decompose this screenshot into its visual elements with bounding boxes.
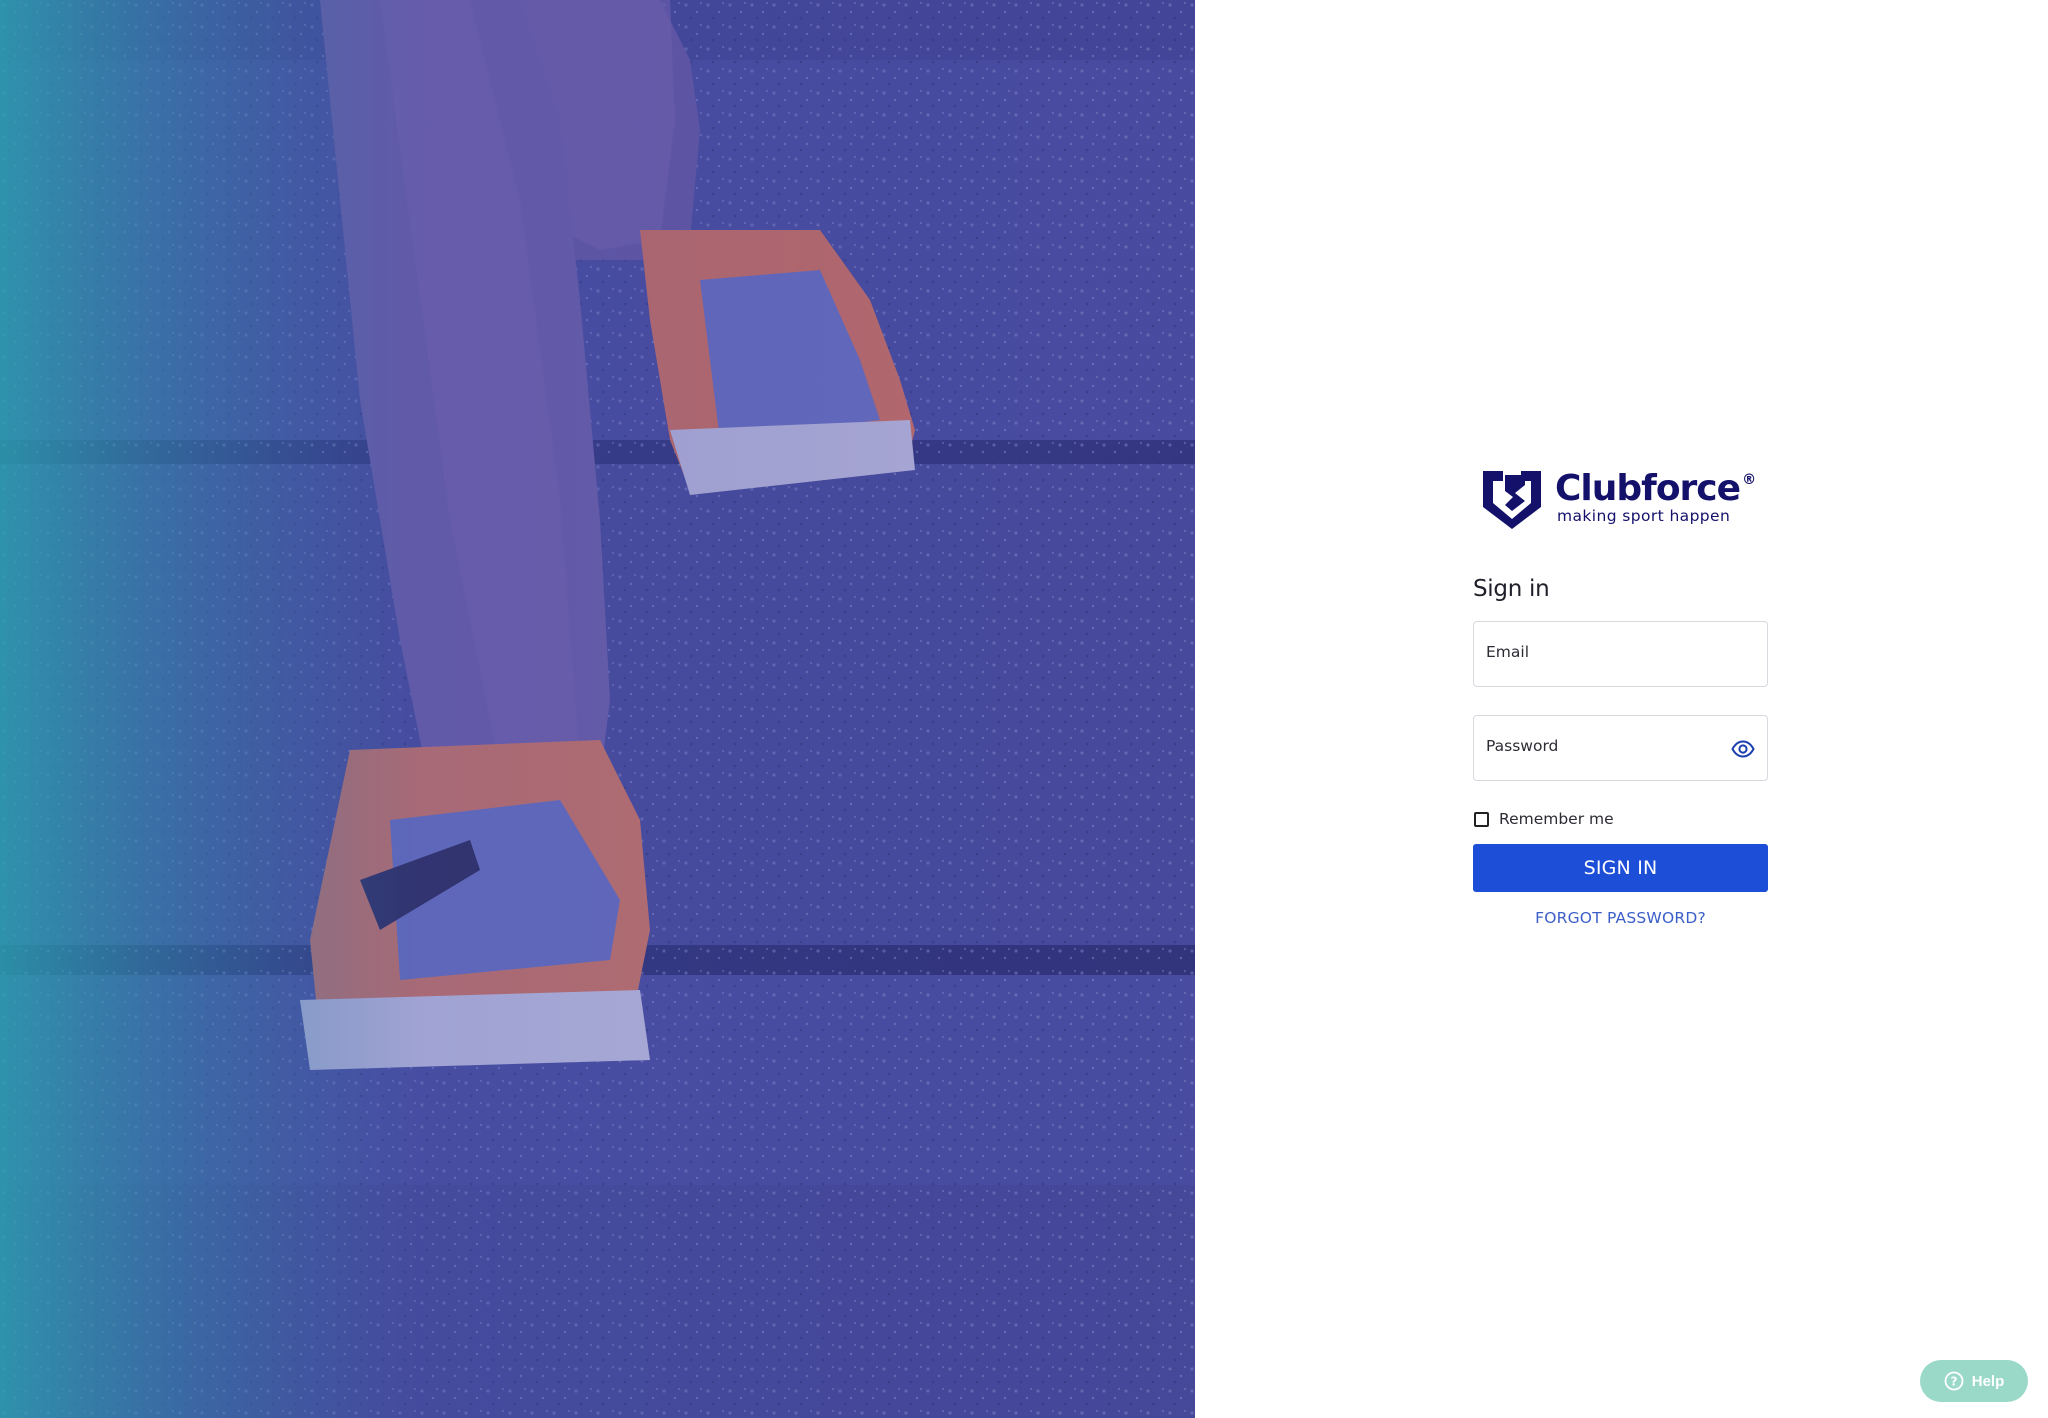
password-input[interactable] — [1474, 716, 1767, 780]
remember-checkbox[interactable] — [1474, 811, 1489, 827]
brand-tagline: making sport happen — [1557, 507, 1731, 526]
password-field[interactable]: Password — [1473, 715, 1768, 781]
brand-name: Clubforce ® — [1555, 468, 1756, 510]
help-label: Help — [1971, 1372, 2005, 1390]
eye-icon[interactable] — [1731, 737, 1755, 761]
email-input[interactable] — [1474, 622, 1767, 686]
page-title: Sign in — [1473, 576, 1550, 602]
signin-button[interactable]: SIGN IN — [1473, 844, 1768, 892]
brand-logo: Clubforce ® making sport happen — [1481, 460, 1768, 536]
signin-form: Clubforce ® making sport happen Sign in E… — [1473, 460, 1768, 927]
runner-on-stairs-illustration — [0, 0, 1195, 1418]
clubforce-shield-icon — [1483, 471, 1541, 529]
signin-panel: Clubforce ® making sport happen Sign in E… — [1195, 0, 2048, 1418]
email-field[interactable]: Email — [1473, 621, 1768, 687]
forgot-password-link[interactable]: FORGOT PASSWORD? — [1473, 909, 1768, 927]
remember-me[interactable]: Remember me — [1473, 809, 1768, 829]
remember-label[interactable]: Remember me — [1499, 810, 1614, 828]
hero-photo — [0, 0, 1195, 1418]
login-page: Clubforce ® making sport happen Sign in E… — [0, 0, 2048, 1418]
registered-mark: ® — [1742, 472, 1756, 489]
help-icon: ? — [1944, 1371, 1964, 1391]
svg-text:?: ? — [1950, 1375, 1957, 1389]
help-button[interactable]: ? Help — [1920, 1360, 2028, 1402]
